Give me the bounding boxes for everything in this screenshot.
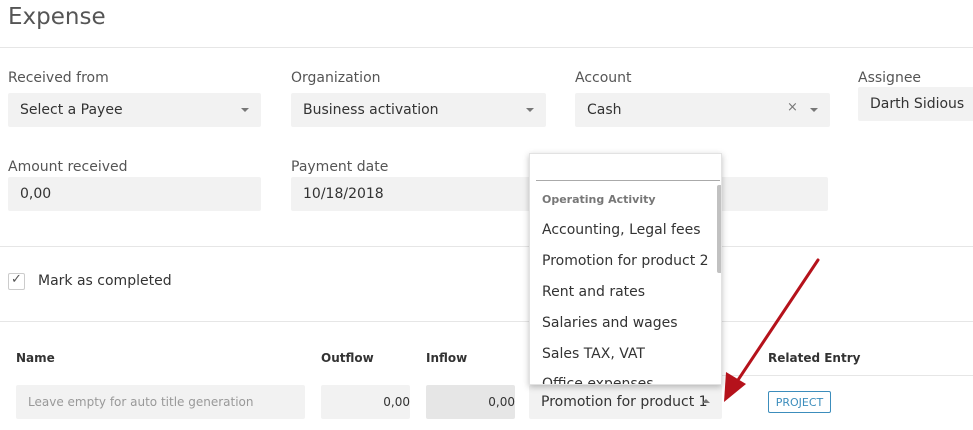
text-field[interactable] [710,177,828,211]
column-header-outflow: Outflow [321,351,374,365]
assignee-select[interactable]: Darth Sidious [858,87,973,121]
dropdown-option[interactable]: Office expenses [542,376,654,384]
inflow-value: 0,00 [488,395,515,409]
category-select-value: Promotion for product 1 [541,394,708,410]
organization-label: Organization [291,70,381,86]
dropdown-option[interactable]: Accounting, Legal fees [542,222,701,238]
category-select[interactable]: Promotion for product 1 [529,385,722,419]
dropdown-option[interactable]: Promotion for product 2 [542,253,709,269]
received-from-label: Received from [8,70,109,86]
column-header-name: Name [16,351,55,365]
amount-received-input[interactable]: 0,00 [8,177,261,211]
page-title: Expense [8,4,106,30]
completed-label: Mark as completed [38,273,172,289]
annotation-arrow-icon [724,258,820,402]
outflow-input[interactable]: 0,00 [321,385,410,419]
outflow-value: 0,00 [383,395,410,409]
amount-received-label: Amount received [8,159,128,175]
chevron-down-icon [810,108,818,112]
payment-date-label: Payment date [291,159,389,175]
dropdown-option[interactable]: Salaries and wages [542,315,678,331]
section-divider [0,246,973,247]
chevron-down-icon [526,108,534,112]
payee-select[interactable]: Select a Payee [8,93,261,127]
clear-icon[interactable]: × [787,100,798,115]
category-dropdown: Operating Activity Accounting, Legal fee… [529,153,722,385]
account-select-value: Cash [587,102,622,118]
inflow-input[interactable]: 0,00 [426,385,515,419]
check-icon: ✓ [11,272,22,287]
completed-checkbox[interactable]: ✓ [8,272,25,290]
header-divider [0,47,973,48]
chevron-down-icon [241,108,249,112]
assignee-label: Assignee [858,70,922,86]
organization-select-value: Business activation [303,102,439,118]
payment-date-value: 10/18/2018 [303,186,384,202]
dropdown-group-label: Operating Activity [542,193,656,206]
account-label: Account [575,70,632,86]
dropdown-option[interactable]: Sales TAX, VAT [542,346,645,362]
dropdown-option[interactable]: Rent and rates [542,284,645,300]
column-header-inflow: Inflow [426,351,468,365]
assignee-select-value: Darth Sidious [870,96,965,112]
amount-received-value: 0,00 [20,186,52,202]
payee-select-value: Select a Payee [20,102,123,118]
dropdown-search-input[interactable] [536,162,720,181]
entry-name-input[interactable]: Leave empty for auto title generation [16,385,305,419]
account-select[interactable]: Cash × [575,93,830,127]
entry-name-placeholder: Leave empty for auto title generation [28,395,254,409]
payment-date-input[interactable]: 10/18/2018 [291,177,531,211]
organization-select[interactable]: Business activation [291,93,546,127]
